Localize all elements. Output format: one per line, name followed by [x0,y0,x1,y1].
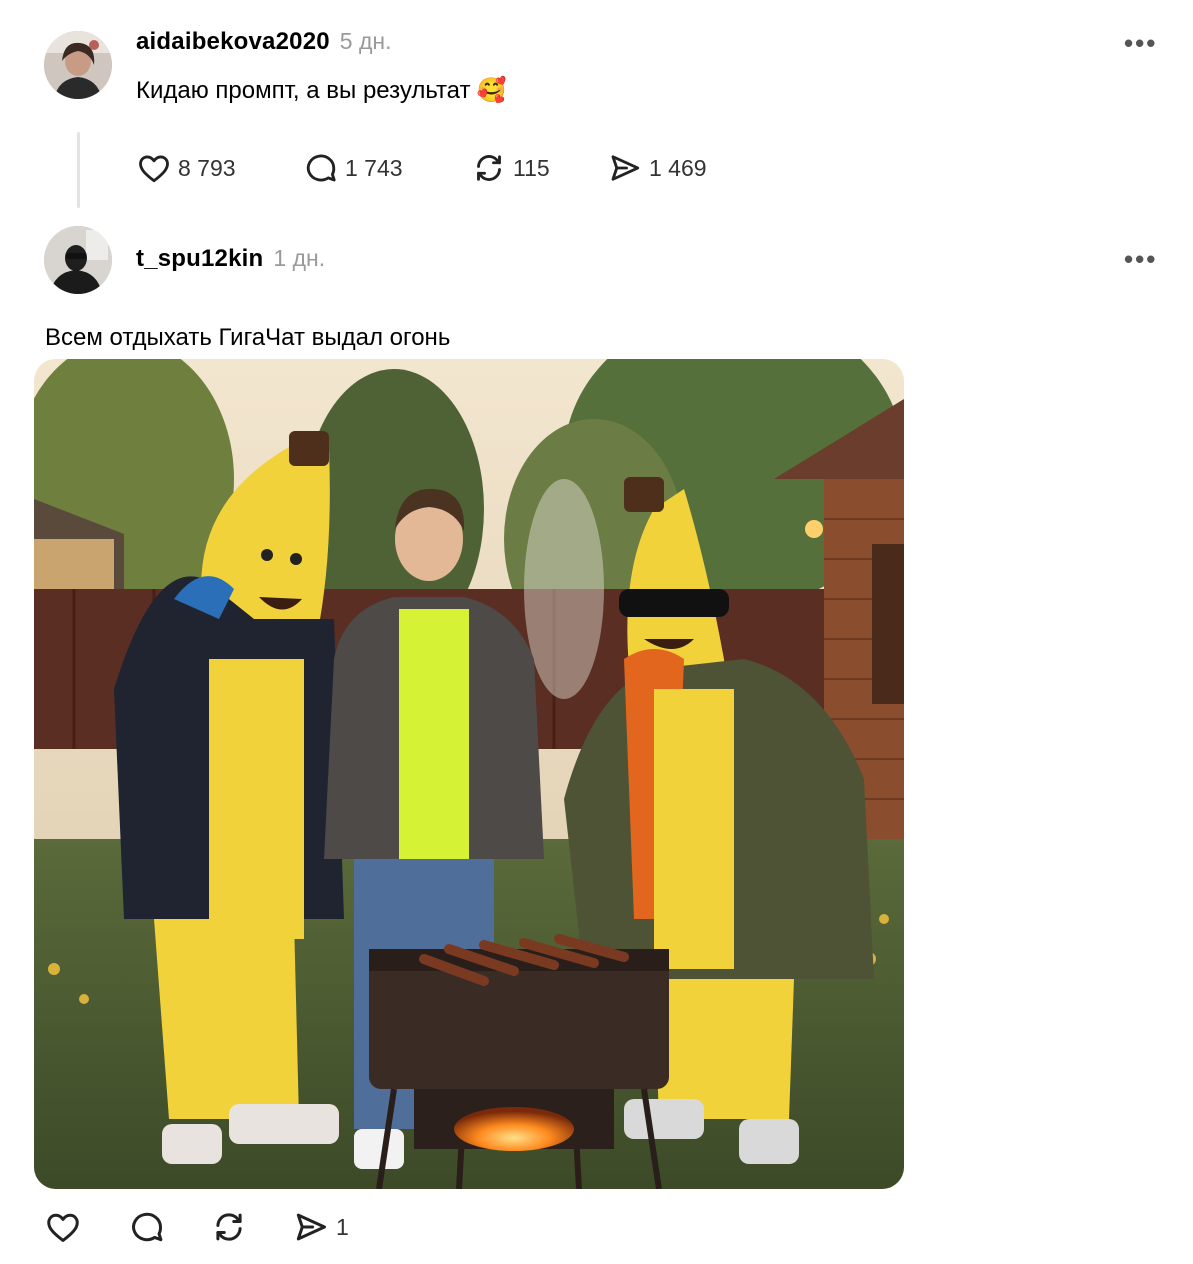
avatar-photo [44,31,112,99]
avatar-photo [44,226,112,294]
share-icon [611,155,640,181]
share-count: 1 469 [649,154,707,181]
repost-button[interactable]: 115 [471,150,607,186]
smiling-face-with-hearts-icon: 🥰 [476,77,507,104]
share-icon [296,1213,326,1241]
comment-button[interactable]: 1 743 [303,150,471,186]
post-time: 5 дн. [339,28,392,54]
post-actions: 8 793 1 743 115 1 469 [136,150,707,186]
more-icon[interactable]: ••• [1124,244,1157,275]
post-text-row: Кидаю промпт, а вы результат 🥰 [136,76,506,105]
comment-count: 1 743 [345,154,403,181]
avatar[interactable] [44,226,112,294]
post-header: t_spu12kin 1 дн. [136,245,325,273]
post-text: Кидаю промпт, а вы результат [136,76,471,104]
share-button[interactable]: 1 [292,1208,349,1246]
repost-icon [216,1213,242,1241]
post-text: Всем отдыхать ГигаЧат выдал огонь [45,324,451,351]
post-header: aidaibekova2020 5 дн. [136,28,392,56]
comment-icon [306,154,336,182]
post-actions: 1 [44,1208,349,1246]
like-button[interactable]: 8 793 [136,150,303,186]
share-count: 1 [336,1213,349,1240]
repost-button[interactable] [210,1208,292,1246]
like-button[interactable] [44,1208,128,1246]
username[interactable]: t_spu12kin [136,245,263,273]
username[interactable]: aidaibekova2020 [136,28,330,56]
bbq-banana-photo [34,359,904,1189]
heart-icon [139,155,169,183]
comment-button[interactable] [128,1208,210,1246]
post-time: 1 дн. [273,245,326,271]
thread-line [77,132,80,208]
avatar[interactable] [44,31,112,99]
share-button[interactable]: 1 469 [607,150,707,186]
repost-count: 115 [513,154,550,181]
more-icon[interactable]: ••• [1124,28,1157,59]
heart-icon [47,1213,79,1242]
repost-icon [477,155,501,181]
like-count: 8 793 [178,154,236,181]
post-image[interactable] [34,359,904,1189]
comment-icon [132,1212,163,1242]
